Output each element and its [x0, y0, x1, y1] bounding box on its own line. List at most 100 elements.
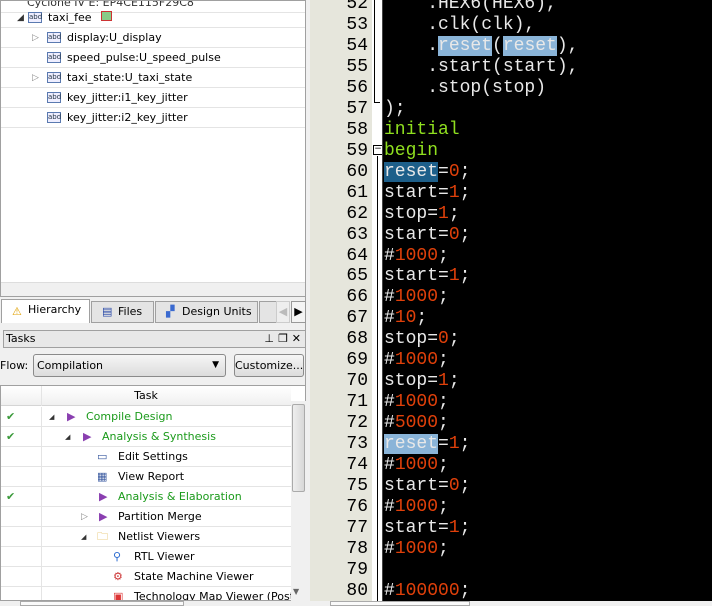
code-line[interactable]: stop=0; — [384, 329, 460, 350]
code-line[interactable]: start=0; — [384, 225, 470, 246]
code-editor[interactable]: 52 53 54 55 56 57 58 59 60 61 62 63 64 65 66 67 68 69 70 71… — [310, 0, 712, 606]
tree-item[interactable]: abd key_jitter:i2_key_jitter — [1, 108, 305, 128]
code-line[interactable]: #100000; — [384, 581, 470, 602]
tab-scroll-right-button[interactable]: ▶ — [291, 301, 306, 323]
code-line[interactable]: reset=1; — [384, 434, 470, 455]
entity-icon: abd — [47, 52, 62, 63]
task-row[interactable]: ✔ ◢ ▶ Analysis & Synthesis — [1, 427, 291, 447]
code-line[interactable]: start=1; — [384, 266, 470, 287]
code-line[interactable]: #10; — [384, 308, 427, 329]
code-line[interactable]: stop=1; — [384, 204, 460, 225]
code-line[interactable]: .HEX6(HEX6), — [384, 0, 557, 15]
tab-scroll-left-button[interactable]: ◀ — [276, 301, 290, 323]
checkmark-icon: ✔ — [6, 490, 16, 503]
run-play-icon[interactable]: ▶ — [83, 427, 91, 447]
tree-item-label: key_jitter:i1_key_jitter — [67, 91, 188, 104]
code-line[interactable]: .start(start), — [384, 57, 578, 78]
run-play-icon[interactable]: ▶ — [67, 407, 75, 427]
line-number: 57 — [346, 98, 368, 119]
task-row[interactable]: ▭ Edit Settings — [1, 447, 291, 467]
tab-hierarchy[interactable]: ⚠ Hierarchy — [1, 299, 90, 323]
code-line[interactable]: #1000; — [384, 392, 449, 413]
task-row[interactable]: ▦ View Report — [1, 467, 291, 487]
tree-item[interactable]: ◢ abd taxi_fee — [1, 8, 305, 28]
code-line[interactable]: .clk(clk), — [384, 15, 535, 36]
line-number: 65 — [346, 266, 368, 287]
line-number: 58 — [346, 119, 368, 140]
code-line[interactable]: reset=0; — [384, 161, 470, 183]
code-line[interactable]: #1000; — [384, 455, 449, 476]
code-line[interactable]: #1000; — [384, 287, 449, 308]
code-line[interactable]: start=1; — [384, 518, 470, 539]
warning-triangle-icon: ⚠ — [12, 305, 22, 318]
task-row[interactable]: ◢ 🗀 Netlist Viewers — [1, 527, 291, 547]
task-row[interactable]: ▣ Technology Map Viewer (Post- — [1, 587, 298, 601]
task-row[interactable]: ⚲ RTL Viewer — [1, 547, 291, 567]
flow-select[interactable]: Compilation ▼ — [33, 354, 226, 377]
run-play-icon[interactable]: ▶ — [99, 487, 107, 507]
tasks-vertical-scrollbar[interactable]: ▲ ▼ — [291, 401, 306, 601]
code-line[interactable]: .stop(stop) — [384, 78, 546, 99]
collapse-arrow-icon[interactable]: ◢ — [17, 8, 24, 28]
customize-button[interactable]: Customize... — [234, 354, 304, 377]
line-number: 53 — [346, 14, 368, 35]
code-line[interactable]: initial — [384, 120, 460, 141]
code-line[interactable]: ); — [384, 99, 406, 120]
tree-item[interactable]: ▷ abd display:U_display — [1, 28, 305, 48]
code-line[interactable]: start=0; — [384, 476, 470, 497]
task-label: View Report — [118, 470, 185, 483]
tree-item-label: key_jitter:i2_key_jitter — [67, 111, 188, 124]
code-line[interactable]: #1000; — [384, 246, 449, 267]
top-level-entity-icon — [101, 11, 112, 21]
code-line[interactable]: start=1; — [384, 183, 470, 204]
scrollbar-thumb[interactable] — [292, 404, 305, 492]
hierarchy-horizontal-scrollbar[interactable] — [1, 282, 305, 296]
task-label: Partition Merge — [118, 510, 202, 523]
code-line[interactable]: #1000; — [384, 539, 449, 560]
design-units-icon: ▞ — [166, 305, 175, 318]
code-line[interactable]: #1000; — [384, 497, 449, 518]
collapse-arrow-icon[interactable]: ◢ — [65, 427, 70, 447]
checkmark-icon: ✔ — [6, 430, 16, 443]
task-label: Edit Settings — [118, 450, 188, 463]
task-row[interactable]: ✔ ◢ ▶ Compile Design — [1, 407, 291, 427]
task-column-header[interactable]: Task — [1, 386, 291, 406]
code-line[interactable]: stop=1; — [384, 371, 460, 392]
bottom-scrollbar[interactable] — [0, 601, 712, 606]
entity-icon: abd — [28, 12, 43, 23]
expand-arrow-icon[interactable]: ▷ — [81, 507, 88, 527]
technology-map-icon: ▣ — [113, 590, 124, 601]
task-label: Technology Map Viewer (Post- — [134, 590, 298, 601]
expand-arrow-icon[interactable]: ▷ — [32, 28, 39, 48]
collapse-arrow-icon[interactable]: ◢ — [49, 407, 54, 427]
tasks-table: Task ✔ ◢ ▶ Compile Design ✔ ◢ ▶ Analysis & Synt… — [0, 385, 306, 601]
expand-arrow-icon[interactable]: ▷ — [32, 68, 39, 88]
restore-icon[interactable]: ❐ — [278, 331, 288, 347]
tree-item[interactable]: ▷ abd taxi_state:U_taxi_state — [1, 68, 305, 88]
code-line[interactable]: .reset(reset), — [384, 35, 578, 57]
task-row[interactable]: ✔ ▶ Analysis & Elaboration — [1, 487, 291, 507]
close-icon[interactable]: ✕ — [292, 331, 301, 347]
run-play-icon[interactable]: ▶ — [99, 507, 107, 527]
scroll-down-arrow-icon[interactable]: ▼ — [293, 587, 299, 596]
tab-design-units[interactable]: ▞ Design Units — [155, 301, 258, 323]
tab-label: Design Units — [182, 305, 252, 318]
project-hierarchy-tree: Cyclone IV E: EP4CE115F29C8 ◢ abd taxi_fee… — [0, 0, 306, 297]
code-line[interactable]: begin — [384, 141, 438, 162]
column-header-label: Task — [134, 389, 158, 402]
tab-files[interactable]: ▤ Files — [91, 301, 154, 323]
report-table-icon: ▦ — [97, 470, 108, 483]
code-line[interactable]: #5000; — [384, 413, 449, 434]
task-row[interactable]: ⚙ State Machine Viewer — [1, 567, 291, 587]
code-line[interactable]: #1000; — [384, 350, 449, 371]
tree-item-label: speed_pulse:U_speed_pulse — [67, 51, 221, 64]
line-number: 55 — [346, 56, 368, 77]
tree-item[interactable]: abd key_jitter:i1_key_jitter — [1, 88, 305, 108]
tree-item[interactable]: abd speed_pulse:U_speed_pulse — [1, 48, 305, 68]
task-label: Analysis & Synthesis — [102, 430, 216, 443]
task-row[interactable]: ▷ ▶ Partition Merge — [1, 507, 291, 527]
pin-icon[interactable]: ⊥ — [264, 331, 274, 347]
chevron-down-icon: ▼ — [212, 360, 219, 370]
rtl-viewer-icon: ⚲ — [113, 550, 122, 563]
collapse-arrow-icon[interactable]: ◢ — [81, 527, 86, 547]
